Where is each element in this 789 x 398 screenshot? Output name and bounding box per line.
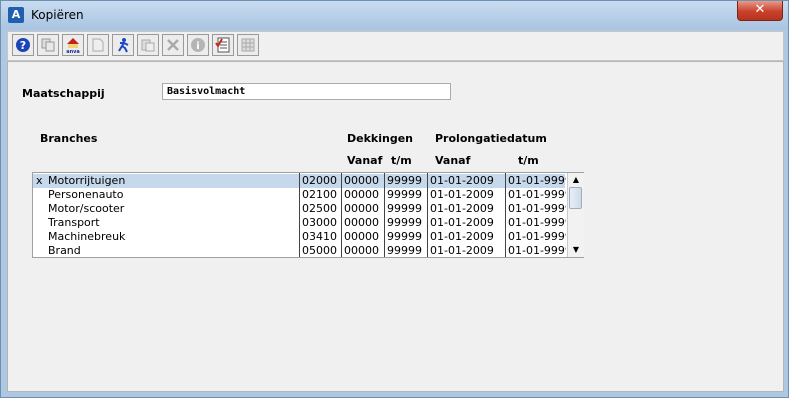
scroll-up-icon[interactable]: ▲ <box>570 174 582 186</box>
prolongatie-tm-cell: 01-01-9999 <box>508 188 566 201</box>
delete-button[interactable] <box>162 34 184 56</box>
prolongatiedatum-label: Prolongatiedatum <box>435 132 547 145</box>
prolongatie-vanaf-cell: 01-01-2009 <box>430 188 494 201</box>
dekkingen-tm-header: t/m <box>391 154 412 167</box>
dekking-vanaf-cell: 00000 <box>344 230 379 243</box>
branch-name-cell: Motorrijtuigen <box>48 174 126 187</box>
delete-icon <box>167 39 179 51</box>
row-check-mark <box>36 188 46 202</box>
branch-name-cell: Motor/scooter <box>48 202 125 215</box>
prolongatie-vanaf-cell: 01-01-2009 <box>430 216 494 229</box>
title-bar[interactable]: A Kopiëren ✕ <box>1 1 788 29</box>
anva-icon: anva <box>66 38 80 54</box>
row-check-mark <box>36 244 46 258</box>
dekking-vanaf-cell: 00000 <box>344 244 379 257</box>
new-document-icon <box>92 38 104 52</box>
column-divider <box>384 173 385 257</box>
branch-name-cell: Brand <box>48 244 81 257</box>
prolongatie-tm-cell: 01-01-9999 <box>508 202 566 215</box>
dekking-vanaf-cell: 00000 <box>344 174 379 187</box>
dekking-tm-cell: 99999 <box>387 188 422 201</box>
copy-button[interactable] <box>37 34 59 56</box>
toolbar: ? anva i <box>7 31 784 61</box>
dekking-tm-cell: 99999 <box>387 174 422 187</box>
scroll-down-icon[interactable]: ▼ <box>570 244 582 256</box>
run-button[interactable] <box>112 34 134 56</box>
row-check-mark: x <box>36 174 43 187</box>
grid-scrollbar[interactable]: ▲ ▼ <box>567 173 584 257</box>
branches-label: Branches <box>40 132 98 145</box>
column-divider <box>505 173 506 257</box>
prolongatie-tm-cell: 01-01-9999 <box>508 244 566 257</box>
checklist-button[interactable] <box>212 34 234 56</box>
window-title: Kopiëren <box>31 8 84 22</box>
dekking-vanaf-cell: 00000 <box>344 216 379 229</box>
svg-text:i: i <box>196 41 199 52</box>
paste-button[interactable] <box>137 34 159 56</box>
app-logo-icon: A <box>8 7 24 23</box>
prolongatie-vanaf-cell: 01-01-2009 <box>430 230 494 243</box>
dekkingen-vanaf-header: Vanaf <box>347 154 383 167</box>
prolongatie-tm-cell: 01-01-9999 <box>508 230 566 243</box>
svg-text:anva: anva <box>66 49 80 54</box>
dekkingen-label: Dekkingen <box>347 132 413 145</box>
prolongatie-vanaf-header: Vanaf <box>435 154 471 167</box>
row-check-mark <box>36 230 46 244</box>
branch-code-cell: 02500 <box>302 202 337 215</box>
branch-code-cell: 02100 <box>302 188 337 201</box>
prolongatie-vanaf-cell: 01-01-2009 <box>430 174 494 187</box>
info-icon: i <box>191 38 205 52</box>
new-document-button[interactable] <box>87 34 109 56</box>
column-divider <box>299 173 300 257</box>
branch-code-cell: 05000 <box>302 244 337 257</box>
row-check-mark <box>36 202 46 216</box>
dekking-tm-cell: 99999 <box>387 216 422 229</box>
scroll-thumb[interactable] <box>569 187 582 209</box>
prolongatie-tm-cell: 01-01-9999 <box>508 216 566 229</box>
branch-name-cell: Personenauto <box>48 188 124 201</box>
help-button[interactable]: ? <box>12 34 34 56</box>
prolongatie-vanaf-cell: 01-01-2009 <box>430 202 494 215</box>
copy-form-panel: Maatschappij Basisvolmacht Branches Dekk… <box>7 61 784 392</box>
close-button[interactable]: ✕ <box>737 1 783 21</box>
copy-window: A Kopiëren ✕ ? anva i Maatschappij Basis… <box>0 0 789 398</box>
maatschappij-label: Maatschappij <box>22 87 105 100</box>
paste-icon <box>141 39 155 52</box>
prolongatie-tm-cell: 01-01-9999 <box>508 174 566 187</box>
checklist-icon <box>215 37 230 53</box>
dekking-tm-cell: 99999 <box>387 244 422 257</box>
dekking-vanaf-cell: 00000 <box>344 188 379 201</box>
dekking-vanaf-cell: 00000 <box>344 202 379 215</box>
anva-button[interactable]: anva <box>62 34 84 56</box>
branch-code-cell: 03000 <box>302 216 337 229</box>
prolongatie-tm-header: t/m <box>518 154 539 167</box>
help-icon: ? <box>16 38 30 52</box>
disabled-grid-button[interactable] <box>237 34 259 56</box>
info-button[interactable]: i <box>187 34 209 56</box>
column-divider <box>341 173 342 257</box>
prolongatie-vanaf-cell: 01-01-2009 <box>430 244 494 257</box>
dekking-tm-cell: 99999 <box>387 230 422 243</box>
run-icon <box>118 38 129 53</box>
disabled-grid-icon <box>241 38 255 52</box>
dekking-tm-cell: 99999 <box>387 202 422 215</box>
column-divider <box>427 173 428 257</box>
branch-code-cell: 03410 <box>302 230 337 243</box>
branch-name-cell: Transport <box>48 216 100 229</box>
branch-name-cell: Machinebreuk <box>48 230 126 243</box>
branch-code-cell: 02000 <box>302 174 337 187</box>
branches-grid[interactable]: x Motorrijtuigen 02000 00000 99999 01-01-2009… <box>32 172 584 258</box>
copy-icon <box>41 38 55 52</box>
maatschappij-field[interactable]: Basisvolmacht <box>162 83 451 100</box>
row-check-mark <box>36 216 46 230</box>
svg-text:?: ? <box>20 39 26 52</box>
